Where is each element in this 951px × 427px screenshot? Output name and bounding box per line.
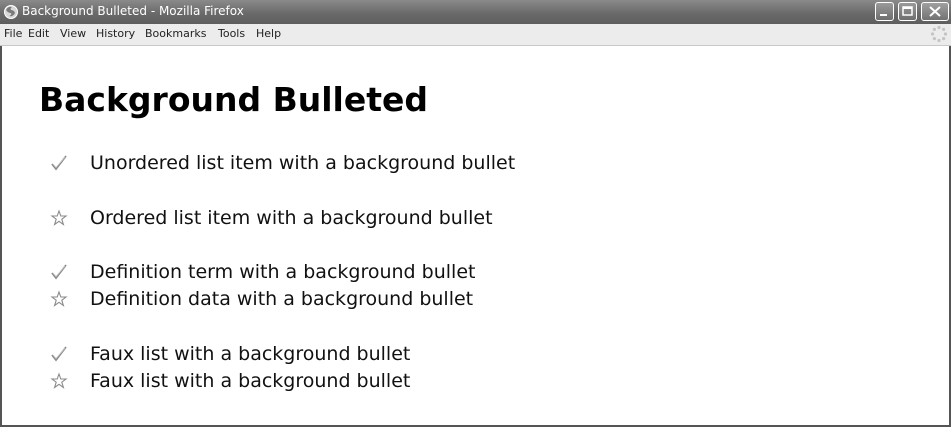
star-icon (50, 372, 68, 389)
checkmark-icon (51, 155, 67, 171)
minimize-icon (880, 14, 887, 16)
definition-data-text: Definition data with a background bullet (90, 288, 474, 310)
browser-window: Background Bulleted - Mozilla Firefox Fi… (0, 0, 951, 427)
menu-help[interactable]: Help (256, 27, 281, 40)
menu-edit[interactable]: Edit (28, 27, 49, 40)
menu-bar: File Edit View History Bookmarks Tools H… (0, 24, 951, 46)
faux-list-item-text: Faux list with a background bullet (90, 343, 411, 365)
page-heading: Background Bulleted (39, 80, 429, 119)
definition-term-text: Definition term with a background bullet (90, 261, 476, 283)
page-content: Background Bulleted Unordered list item … (0, 46, 951, 427)
menu-file[interactable]: File (4, 27, 22, 40)
maximize-icon (902, 6, 913, 16)
minimize-button[interactable] (875, 2, 894, 21)
star-icon (50, 209, 68, 226)
throbber-icon (930, 25, 948, 43)
close-icon (929, 6, 941, 17)
menu-bookmarks[interactable]: Bookmarks (145, 27, 206, 40)
faux-list-item-text: Faux list with a background bullet (90, 370, 411, 392)
ordered-list-item-text: Ordered list item with a background bull… (90, 207, 493, 229)
checkmark-icon (51, 346, 67, 362)
menu-history[interactable]: History (96, 27, 135, 40)
window-title: Background Bulleted - Mozilla Firefox (22, 4, 244, 18)
maximize-button[interactable] (898, 2, 917, 21)
firefox-icon (4, 5, 18, 19)
menu-view[interactable]: View (60, 27, 86, 40)
checkmark-icon (51, 264, 67, 280)
close-button[interactable] (921, 2, 949, 21)
star-icon (50, 290, 68, 307)
unordered-list-item-text: Unordered list item with a background bu… (90, 152, 516, 174)
menu-tools[interactable]: Tools (218, 27, 245, 40)
title-bar[interactable]: Background Bulleted - Mozilla Firefox (0, 0, 951, 25)
